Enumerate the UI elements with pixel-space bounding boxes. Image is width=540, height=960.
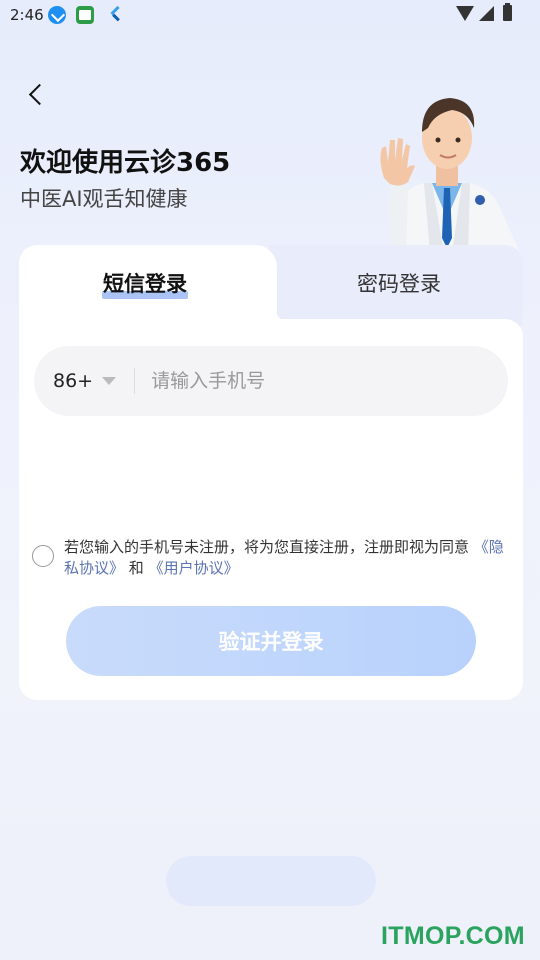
flutter-icon [106,6,124,24]
page-title: 欢迎使用云诊365 [20,148,231,178]
login-form: 86+ 若您输入的手机号未注册，将为您直接注册，注册即视为同意 《隐私协议》 和… [19,319,523,700]
user-agreement-link[interactable]: 《用户协议》 [149,559,239,577]
caret-down-icon[interactable] [102,377,117,385]
tab-sms-login[interactable]: 短信登录 [19,245,271,320]
download-icon [48,6,66,24]
agreement-text: 若您输入的手机号未注册，将为您直接注册，注册即视为同意 《隐私协议》 和 《用户… [64,537,514,579]
tab-password-login[interactable]: 密码登录 [275,245,523,320]
tab-sms-login-label: 短信登录 [103,271,187,296]
agreement-and: 和 [128,559,144,577]
page-subtitle: 中医AI观舌知健康 [20,187,188,211]
doctor-mascot-image [380,98,520,253]
login-tabs: 短信登录 密码登录 [19,245,523,325]
status-bar: 2:46 [0,0,540,32]
app-icon [76,6,94,24]
agreement-row: 若您输入的手机号未注册，将为您直接注册，注册即视为同意 《隐私协议》 和 《用户… [32,537,510,587]
battery-icon [503,3,512,21]
tab-password-login-label: 密码登录 [357,271,441,296]
login-card: 短信登录 密码登录 86+ 若您输入的手机号未注册，将为您直接注册，注册即视为同… [19,245,523,700]
phone-input[interactable] [151,370,452,392]
signal-icon [479,6,494,21]
wifi-icon [456,6,474,21]
phone-divider [134,368,136,394]
country-code-select[interactable]: 86+ [53,370,93,392]
verify-login-button[interactable]: 验证并登录 [66,606,476,676]
watermark: ITMOP.COM [381,922,525,950]
back-button[interactable] [22,78,52,110]
agreement-checkbox[interactable] [32,545,54,567]
phone-field: 86+ [34,346,508,416]
bottom-pill-button[interactable] [166,856,376,906]
agreement-description: 若您输入的手机号未注册，将为您直接注册，注册即视为同意 [64,538,470,556]
status-time: 2:46 [10,6,44,24]
